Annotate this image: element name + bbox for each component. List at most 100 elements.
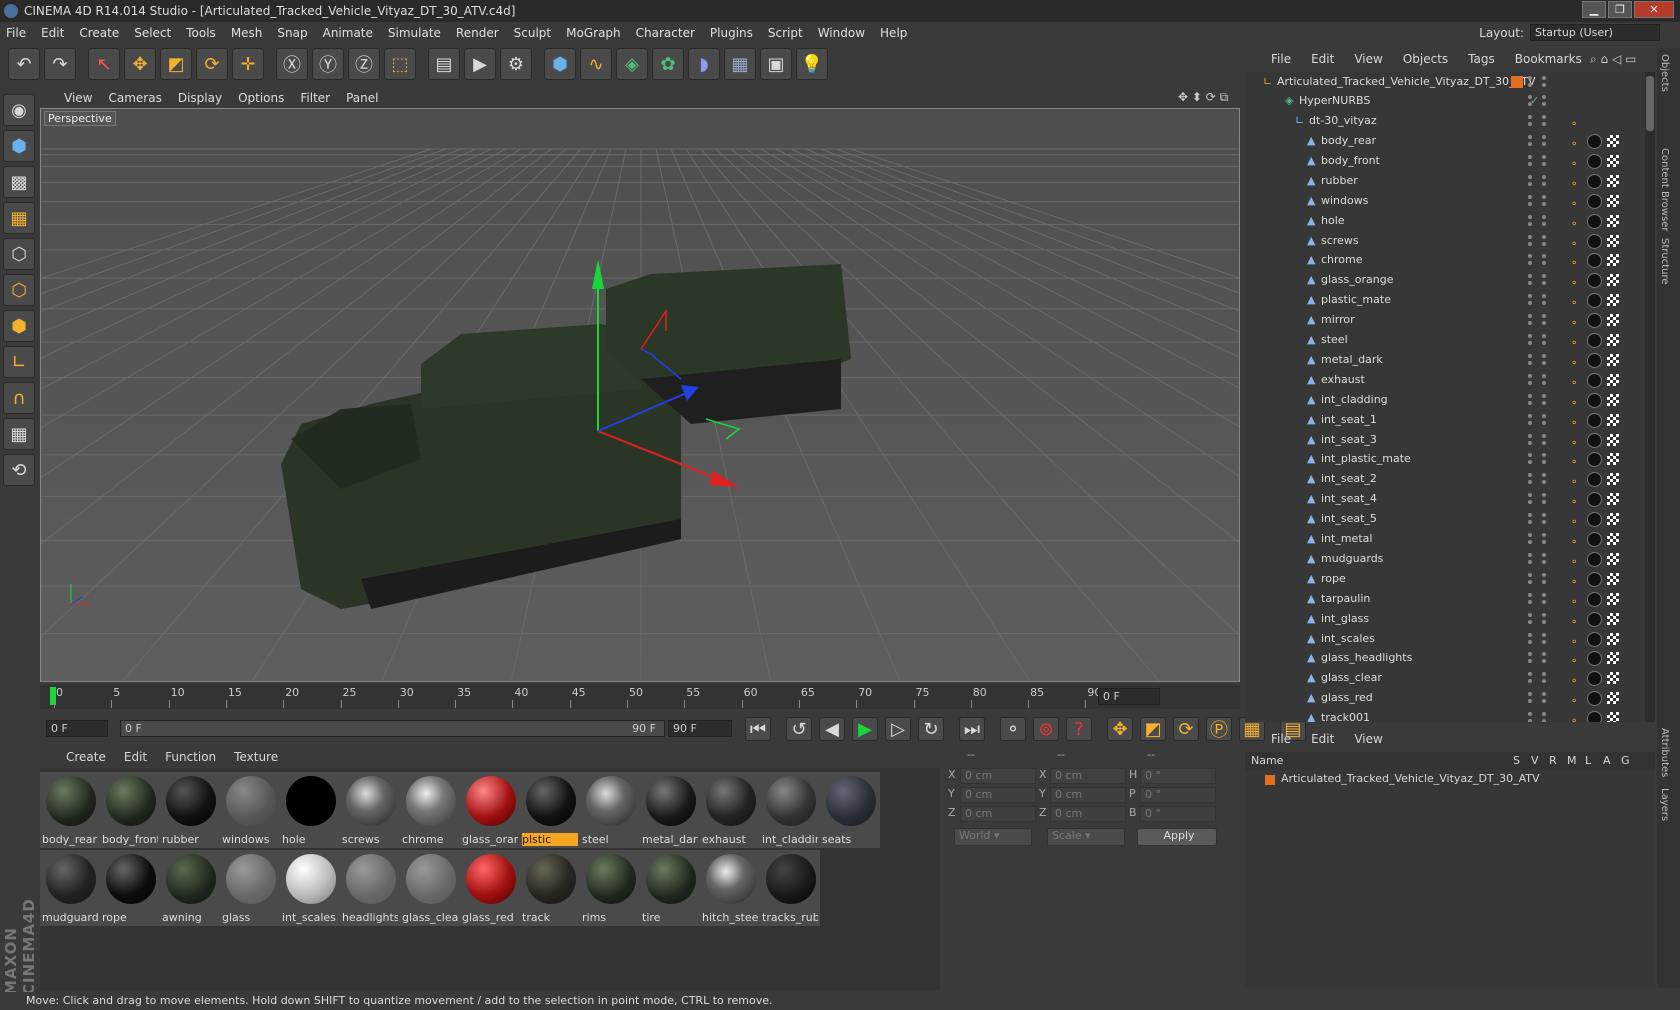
uvw-tag-icon[interactable] bbox=[1607, 433, 1619, 446]
viewport-menu-display[interactable]: Display bbox=[178, 91, 222, 105]
snap-icon[interactable]: ⟲ bbox=[3, 454, 35, 486]
menu-sculpt[interactable]: Sculpt bbox=[514, 26, 551, 40]
phong-tag-icon[interactable]: ⚬ bbox=[1570, 274, 1584, 289]
uvw-tag-icon[interactable] bbox=[1607, 214, 1619, 227]
material-body-front[interactable]: body_front bbox=[100, 772, 160, 848]
phong-tag-icon[interactable]: ⚬ bbox=[1570, 453, 1584, 468]
uvw-tag-icon[interactable] bbox=[1607, 135, 1619, 147]
uvw-tag-icon[interactable] bbox=[1607, 294, 1619, 307]
menu-tools[interactable]: Tools bbox=[186, 26, 216, 40]
object-row[interactable]: ▲ glass_clear ⚬ bbox=[1245, 668, 1645, 688]
material-tag-icon[interactable] bbox=[1587, 233, 1602, 249]
layer-column-r[interactable]: R bbox=[1549, 752, 1557, 770]
right-tab-layers[interactable]: Layers bbox=[1659, 788, 1670, 821]
mograph-icon[interactable]: ✿ bbox=[652, 48, 684, 80]
model-mode-icon[interactable]: ⬢ bbox=[3, 130, 35, 162]
object-row[interactable]: ▲ chrome ⚬ bbox=[1245, 250, 1645, 270]
layer-color-swatch[interactable] bbox=[1265, 775, 1275, 785]
go-to-end-icon[interactable]: ⏭ bbox=[959, 717, 985, 741]
material-tag-icon[interactable] bbox=[1587, 193, 1602, 209]
uvw-tag-icon[interactable] bbox=[1607, 692, 1619, 705]
material-body-rear[interactable]: body_rear bbox=[40, 772, 100, 848]
object-row[interactable]: ▲ steel ⚬ bbox=[1245, 330, 1645, 350]
menu-plugins[interactable]: Plugins bbox=[710, 26, 753, 40]
visibility-dots[interactable] bbox=[1528, 473, 1548, 485]
visibility-dots[interactable] bbox=[1528, 353, 1548, 365]
uvw-tag-icon[interactable] bbox=[1607, 373, 1619, 386]
menu-script[interactable]: Script bbox=[768, 26, 803, 40]
material-tag-icon[interactable] bbox=[1587, 512, 1602, 528]
menu-mograph[interactable]: MoGraph bbox=[566, 26, 621, 40]
visibility-dots[interactable] bbox=[1528, 274, 1548, 286]
viewport-menu-filter[interactable]: Filter bbox=[300, 91, 330, 105]
object-row[interactable]: ▲ track001 ⚬ bbox=[1245, 708, 1645, 722]
object-row[interactable]: ▲ int_seat_2 ⚬ bbox=[1245, 469, 1645, 489]
uvw-tag-icon[interactable] bbox=[1607, 712, 1619, 722]
coordinate-system-icon[interactable]: ⬚ bbox=[384, 48, 416, 80]
uvw-tag-icon[interactable] bbox=[1607, 572, 1619, 585]
redo-icon[interactable]: ↷ bbox=[44, 48, 76, 80]
keyframe-selection-icon[interactable]: ? bbox=[1066, 717, 1092, 741]
material-tag-icon[interactable] bbox=[1587, 691, 1602, 707]
layer-column-m[interactable]: M bbox=[1567, 752, 1577, 770]
object-row[interactable]: ▲ hole ⚬ bbox=[1245, 211, 1645, 231]
material-tag-icon[interactable] bbox=[1587, 671, 1602, 687]
x-axis-icon[interactable]: Ⓧ bbox=[276, 48, 308, 80]
uvw-tag-icon[interactable] bbox=[1607, 632, 1619, 645]
layer-column-s[interactable]: S bbox=[1513, 752, 1520, 770]
phong-tag-icon[interactable]: ⚬ bbox=[1570, 115, 1584, 130]
menu-window[interactable]: Window bbox=[818, 26, 865, 40]
uvw-tag-icon[interactable] bbox=[1607, 552, 1619, 565]
object-row[interactable]: ▲ mudguards ⚬ bbox=[1245, 549, 1645, 569]
material-plstic[interactable]: plstic bbox=[520, 772, 580, 848]
material-tag-icon[interactable] bbox=[1587, 711, 1602, 722]
checkmark-icon[interactable]: ✓ bbox=[1530, 91, 1539, 111]
range-slider[interactable]: 0 F 90 F bbox=[120, 720, 665, 737]
right-tab-attributes[interactable]: Attributes bbox=[1659, 728, 1670, 777]
material-menu-texture[interactable]: Texture bbox=[234, 750, 278, 764]
material-tag-icon[interactable] bbox=[1587, 631, 1602, 647]
material-chrome[interactable]: chrome bbox=[400, 772, 460, 848]
menu-character[interactable]: Character bbox=[636, 26, 695, 40]
right-tab-structure[interactable]: Structure bbox=[1659, 238, 1670, 285]
visibility-dots[interactable] bbox=[1528, 493, 1548, 505]
visibility-dots[interactable] bbox=[1528, 174, 1548, 186]
object-row[interactable]: ▲ int_glass ⚬ bbox=[1245, 609, 1645, 629]
live-selection-icon[interactable]: ↖ bbox=[88, 48, 120, 80]
object-row[interactable]: ▲ int_cladding ⚬ bbox=[1245, 390, 1645, 410]
layer-column-l[interactable]: L bbox=[1585, 752, 1591, 770]
size-mode-dropdown[interactable]: Scale ▾ bbox=[1047, 828, 1125, 846]
material-seats[interactable]: seats bbox=[820, 772, 880, 848]
visibility-dots[interactable] bbox=[1528, 453, 1548, 465]
material-tag-icon[interactable] bbox=[1587, 551, 1602, 567]
viewport-nav-icons[interactable]: ✥ ⬍ ⟳ ⧉ bbox=[1178, 90, 1228, 105]
material-mudguards[interactable]: mudguards bbox=[40, 850, 100, 926]
coord-field[interactable]: 0 ° bbox=[1140, 806, 1216, 822]
material-menu-create[interactable]: Create bbox=[66, 750, 106, 764]
material-glass-red[interactable]: glass_red bbox=[460, 850, 520, 926]
material-tag-icon[interactable] bbox=[1587, 452, 1602, 468]
material-hitch-steel[interactable]: hitch_steel bbox=[700, 850, 760, 926]
visibility-dots[interactable] bbox=[1528, 712, 1548, 722]
autokey-icon[interactable]: ⊚ bbox=[1033, 717, 1059, 741]
uvw-tag-icon[interactable] bbox=[1607, 612, 1619, 625]
material-tag-icon[interactable] bbox=[1587, 134, 1602, 149]
material-rope[interactable]: rope bbox=[100, 850, 160, 926]
material-glass-oran[interactable]: glass_oran bbox=[460, 772, 520, 848]
next-key-icon[interactable]: ↻ bbox=[918, 717, 944, 741]
menu-simulate[interactable]: Simulate bbox=[388, 26, 441, 40]
scale-icon[interactable]: ◩ bbox=[160, 48, 192, 80]
phong-tag-icon[interactable]: ⚬ bbox=[1570, 354, 1584, 369]
uvw-tag-icon[interactable] bbox=[1607, 513, 1619, 526]
visibility-dots[interactable] bbox=[1528, 552, 1548, 564]
uvw-tag-icon[interactable] bbox=[1607, 533, 1619, 545]
viewport-menu-cameras[interactable]: Cameras bbox=[108, 91, 161, 105]
material-tag-icon[interactable] bbox=[1587, 611, 1602, 627]
record-keys-icon[interactable]: ⚬ bbox=[1000, 717, 1026, 741]
object-row[interactable]: ▲ int_seat_1 ⚬ bbox=[1245, 410, 1645, 430]
phong-tag-icon[interactable]: ⚬ bbox=[1570, 314, 1584, 329]
material-tag-icon[interactable] bbox=[1587, 392, 1602, 408]
phong-tag-icon[interactable]: ⚬ bbox=[1570, 175, 1584, 190]
phong-tag-icon[interactable]: ⚬ bbox=[1570, 473, 1584, 488]
undo-icon[interactable]: ↶ bbox=[8, 48, 40, 80]
